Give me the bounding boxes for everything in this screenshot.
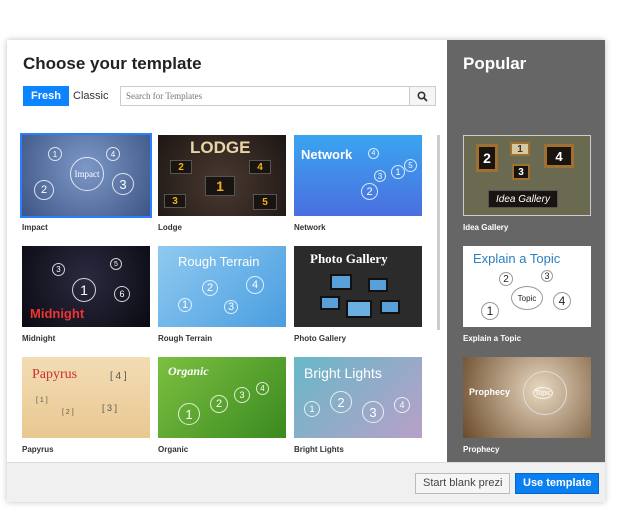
thumb-title: Idea Gallery xyxy=(488,190,558,208)
template-label: Impact xyxy=(22,223,48,232)
thumbnail[interactable]: Organic 1 2 3 4 xyxy=(158,357,286,438)
thumb-title: Bright Lights xyxy=(304,365,382,381)
template-papyrus[interactable]: Papyrus [ 4 ] [ 1 ] [ 2 ] [ 3 ] Papyrus xyxy=(22,357,150,454)
thumbnail[interactable]: Rough Terrain 2 4 1 3 xyxy=(158,246,286,327)
template-label: Papyrus xyxy=(22,445,54,454)
start-blank-button[interactable]: Start blank prezi xyxy=(415,473,511,494)
dialog-footer: Start blank prezi Use template xyxy=(7,462,605,502)
search-icon xyxy=(417,90,428,102)
template-label: Bright Lights xyxy=(294,445,344,454)
template-rough-terrain[interactable]: Rough Terrain 2 4 1 3 Rough Terrain xyxy=(158,246,286,343)
popular-idea-gallery[interactable]: 2 1 4 3 Idea Gallery Idea Gallery xyxy=(463,135,591,232)
template-impact[interactable]: Impact 1 4 2 3 Impact xyxy=(20,133,152,232)
thumbnail[interactable]: 1 3 5 6 Midnight xyxy=(22,246,150,327)
template-organic[interactable]: Organic 1 2 3 4 Organic xyxy=(158,357,286,454)
template-label: Midnight xyxy=(22,334,56,343)
thumbnail[interactable]: Photo Gallery xyxy=(294,246,422,327)
thumb-title: Papyrus xyxy=(32,367,78,382)
thumb-title: Photo Gallery xyxy=(310,251,388,266)
template-label: Rough Terrain xyxy=(158,334,213,343)
thumb-title: Midnight xyxy=(30,306,85,321)
thumbnail[interactable]: Explain a Topic Topic 2 3 1 4 xyxy=(463,246,591,327)
popular-panel: Popular 2 1 4 3 Idea Gallery Idea Galler… xyxy=(447,40,605,462)
thumb-title: LODGE xyxy=(190,138,251,157)
dialog-title: Choose your template xyxy=(23,54,202,73)
thumb-title: Organic xyxy=(168,364,209,378)
template-label: Idea Gallery xyxy=(463,223,509,232)
thumb-center: Topic xyxy=(511,286,543,310)
thumb-center: Topic xyxy=(533,387,553,399)
popular-title: Popular xyxy=(463,54,527,73)
thumbnail[interactable]: Impact 1 4 2 3 xyxy=(20,133,152,218)
popular-prophecy[interactable]: Prophecy Topic Prophecy xyxy=(463,357,591,454)
thumb-title: Prophecy xyxy=(469,387,511,397)
thumb-title: Explain a Topic xyxy=(473,251,561,266)
popular-explain-a-topic[interactable]: Explain a Topic Topic 2 3 1 4 Explain a … xyxy=(463,246,591,343)
thumb-title: Network xyxy=(301,147,353,162)
template-label: Explain a Topic xyxy=(463,334,522,343)
template-label: Lodge xyxy=(158,223,182,232)
thumbnail[interactable]: Prophecy Topic xyxy=(463,357,591,438)
thumbnail[interactable]: Papyrus [ 4 ] [ 1 ] [ 2 ] [ 3 ] xyxy=(22,357,150,438)
template-label: Prophecy xyxy=(463,445,500,454)
use-template-button[interactable]: Use template xyxy=(515,473,600,494)
thumbnail[interactable]: LODGE 2 4 1 3 5 xyxy=(158,135,286,216)
thumb-title: Rough Terrain xyxy=(178,254,260,269)
thumb-title: Impact xyxy=(70,157,104,191)
scrollbar[interactable] xyxy=(437,135,440,330)
template-label: Photo Gallery xyxy=(294,334,347,343)
template-label: Network xyxy=(294,223,326,232)
thumbnail[interactable]: 2 1 4 3 Idea Gallery xyxy=(463,135,591,216)
template-chooser: Choose your template Fresh Classic Impac… xyxy=(7,40,447,462)
tab-fresh[interactable]: Fresh xyxy=(23,86,69,106)
template-bright-lights[interactable]: Bright Lights 1 2 3 4 Bright Lights xyxy=(294,357,422,454)
template-midnight[interactable]: 1 3 5 6 Midnight Midnight xyxy=(22,246,150,343)
template-photo-gallery[interactable]: Photo Gallery Photo Gallery xyxy=(294,246,422,343)
template-lodge[interactable]: LODGE 2 4 1 3 5 Lodge xyxy=(158,135,286,232)
search-button[interactable] xyxy=(409,86,436,106)
tab-classic[interactable]: Classic xyxy=(65,86,116,106)
search-input[interactable] xyxy=(120,86,410,106)
template-dialog: Choose your template Fresh Classic Impac… xyxy=(7,40,605,502)
thumbnail[interactable]: Network 3 1 4 5 2 xyxy=(294,135,422,216)
template-label: Organic xyxy=(158,445,189,454)
thumbnail[interactable]: Bright Lights 1 2 3 4 xyxy=(294,357,422,438)
template-network[interactable]: Network 3 1 4 5 2 Network xyxy=(294,135,422,232)
